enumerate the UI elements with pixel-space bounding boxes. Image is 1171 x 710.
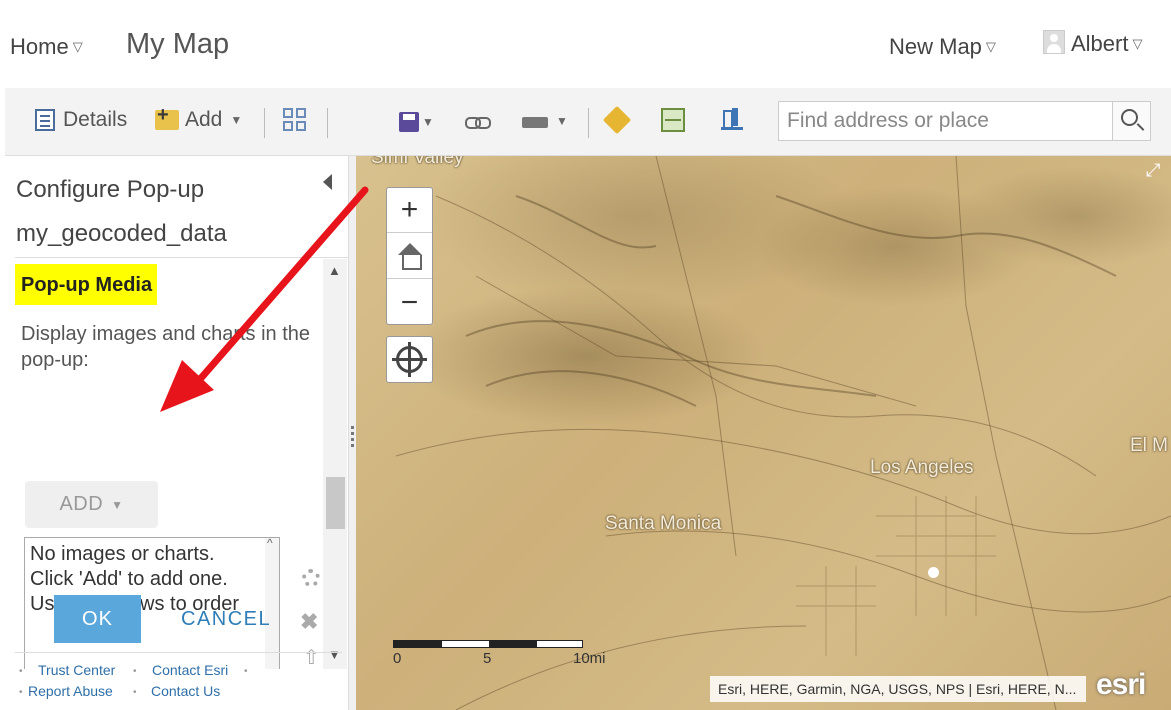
zoom-controls: + − <box>386 187 433 325</box>
save-icon <box>399 112 419 132</box>
locate-button[interactable] <box>386 336 433 383</box>
bullet: • <box>19 666 23 677</box>
link-icon <box>465 115 491 129</box>
esri-logo: esri <box>1096 668 1146 701</box>
chevron-down-icon: ▽ <box>985 39 996 54</box>
search-icon <box>1121 109 1138 126</box>
arrow-up-icon[interactable]: ⇧ <box>303 645 320 669</box>
bookmarks-button[interactable] <box>721 108 743 130</box>
scrollbar-thumb[interactable] <box>326 477 345 529</box>
map-terrain <box>395 156 1171 710</box>
user-name: Albert <box>1071 31 1129 56</box>
scale-bar <box>393 640 583 648</box>
toolbar-divider <box>264 108 265 138</box>
panel-resize-handle[interactable] <box>349 156 356 710</box>
add-label: Add <box>185 108 223 131</box>
zoom-out-button[interactable]: − <box>387 280 432 325</box>
chevron-down-icon: ▼ <box>556 114 568 128</box>
toolbar-divider <box>327 108 328 138</box>
place-label: El M <box>1130 435 1168 456</box>
panel-scrollbar[interactable]: ▲ ▼ <box>323 259 347 669</box>
basemap-grid-icon <box>283 108 307 132</box>
add-media-label: ADD <box>59 493 104 515</box>
scale-label: 10mi <box>573 650 606 667</box>
close-icon[interactable]: ✖ <box>300 609 318 635</box>
basemap-button[interactable] <box>283 108 307 132</box>
map-point[interactable] <box>928 567 939 578</box>
home-menu[interactable]: Home ▽ <box>10 34 83 60</box>
bullet: • <box>133 687 137 698</box>
search-input[interactable] <box>779 102 1113 140</box>
gear-icon[interactable] <box>302 569 320 587</box>
default-extent-button[interactable] <box>387 234 432 279</box>
media-list-line: No images or charts. <box>30 543 215 565</box>
home-label: Home <box>10 34 69 59</box>
measure-icon <box>661 108 685 132</box>
details-button[interactable]: Details <box>35 108 127 132</box>
map-title: My Map <box>126 28 230 60</box>
place-label: Santa Monica <box>605 513 722 534</box>
contact-esri-link[interactable]: Contact Esri <box>152 662 228 678</box>
avatar <box>1043 30 1065 54</box>
toolbar-divider <box>588 108 589 138</box>
section-heading: Pop-up Media <box>15 264 158 305</box>
map-view[interactable]: Simi Valley Los Angeles Santa Monica El … <box>356 156 1171 710</box>
collapse-panel-icon[interactable] <box>323 174 332 190</box>
document-icon <box>35 109 55 131</box>
divider <box>15 257 348 258</box>
save-button[interactable]: ▼ <box>399 112 434 132</box>
search-box <box>778 101 1151 141</box>
trust-center-link[interactable]: Trust Center <box>38 662 115 678</box>
chevron-down-icon: ▼ <box>422 115 434 129</box>
drag-dots-icon <box>351 426 354 450</box>
bullet: • <box>244 666 248 677</box>
user-menu[interactable]: Albert ▽ <box>1043 30 1142 57</box>
directions-button[interactable] <box>602 105 632 135</box>
bullet: • <box>133 666 137 677</box>
chevron-down-icon: ▽ <box>72 39 83 54</box>
expand-icon[interactable]: ⤢ <box>1146 160 1160 181</box>
bullet: • <box>19 687 23 698</box>
print-icon <box>522 110 548 136</box>
top-header: Home ▽ My Map New Map ▽ Albert ▽ <box>0 0 1171 88</box>
place-label: Simi Valley <box>371 156 464 168</box>
divider <box>15 652 342 653</box>
chevron-down-icon: ▼ <box>230 113 243 127</box>
crosshair-icon <box>392 342 427 377</box>
print-button[interactable]: ▼ <box>522 110 568 136</box>
new-map-menu[interactable]: New Map ▽ <box>889 34 996 60</box>
search-button[interactable] <box>1112 102 1150 140</box>
bookmarks-icon <box>721 108 743 130</box>
scale-label: 0 <box>393 650 402 667</box>
chevron-down-icon[interactable]: ▼ <box>328 647 341 662</box>
chevron-down-icon: ▽ <box>1132 36 1143 51</box>
media-list-line: Click 'Add' to add one. <box>30 568 228 590</box>
layer-name: my_geocoded_data <box>16 220 227 247</box>
report-abuse-link[interactable]: Report Abuse <box>28 683 113 699</box>
add-button[interactable]: Add ▼ <box>155 104 243 132</box>
panel-title: Configure Pop-up <box>16 176 205 203</box>
configure-popup-panel: Configure Pop-up my_geocoded_data Pop-up… <box>5 156 349 710</box>
details-label: Details <box>63 108 128 131</box>
add-layer-icon <box>155 104 179 130</box>
add-media-button[interactable]: ADD ▼ <box>25 481 158 528</box>
home-icon <box>396 243 424 270</box>
contact-us-link[interactable]: Contact Us <box>151 683 220 699</box>
chevron-up-icon[interactable]: ▲ <box>328 263 341 278</box>
measure-button[interactable] <box>661 108 685 132</box>
directions-icon <box>602 105 632 135</box>
section-description: Display images and charts in the pop-up: <box>21 323 311 371</box>
cancel-button[interactable]: CANCEL <box>181 595 271 643</box>
new-map-label: New Map <box>889 34 982 59</box>
scale-label: 5 <box>483 650 492 667</box>
zoom-in-button[interactable]: + <box>387 188 432 233</box>
map-attribution[interactable]: Esri, HERE, Garmin, NGA, USGS, NPS | Esr… <box>710 676 1086 702</box>
place-label: Los Angeles <box>870 457 974 478</box>
share-button[interactable] <box>465 115 491 129</box>
ok-button[interactable]: OK <box>54 595 141 643</box>
chevron-down-icon: ▼ <box>111 497 124 512</box>
